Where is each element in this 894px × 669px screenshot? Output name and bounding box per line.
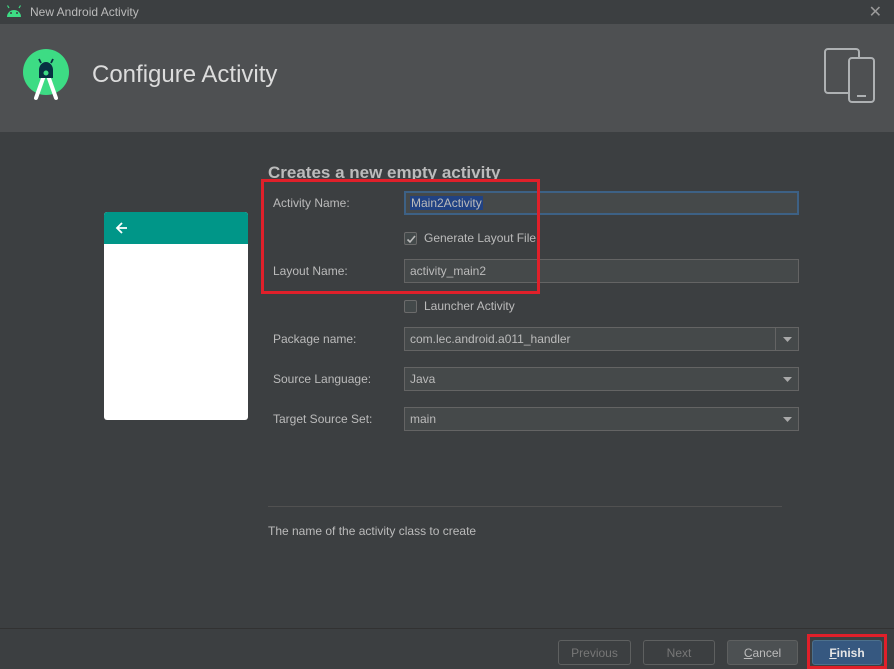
- launcher-activity-checkbox[interactable]: [404, 299, 417, 313]
- activity-name-value: Main2Activity: [410, 196, 483, 210]
- package-name-combobox[interactable]: com.lec.android.a011_handler: [404, 327, 799, 351]
- launcher-activity-label: Launcher Activity: [424, 299, 515, 313]
- combo-divider: [775, 328, 776, 350]
- footer-divider: [0, 628, 894, 629]
- activity-name-label: Activity Name:: [273, 196, 350, 210]
- preview-app-bar: [104, 212, 248, 244]
- section-heading: Creates a new empty activity: [268, 163, 501, 182]
- generate-layout-label: Generate Layout File: [424, 231, 537, 245]
- finish-label-rest: inish: [836, 645, 865, 660]
- cancel-button[interactable]: Cancel: [727, 640, 798, 665]
- layout-name-label: Layout Name:: [273, 264, 348, 278]
- separator: [268, 506, 782, 507]
- title-bar: New Android Activity ✕: [0, 0, 894, 24]
- generate-layout-checkbox-row[interactable]: Generate Layout File: [404, 231, 536, 245]
- cancel-mnemonic: C: [743, 645, 753, 660]
- dialog-header: Configure Activity: [0, 24, 894, 132]
- package-name-value: com.lec.android.a011_handler: [410, 332, 571, 346]
- field-description: The name of the activity class to create: [268, 524, 477, 538]
- checkmark-icon: [406, 234, 416, 243]
- generate-layout-checkbox[interactable]: [404, 231, 417, 245]
- window-title: New Android Activity: [30, 5, 139, 19]
- close-icon[interactable]: ✕: [869, 2, 882, 22]
- android-icon: [6, 5, 22, 17]
- package-name-label: Package name:: [273, 332, 357, 346]
- source-language-label: Source Language:: [273, 372, 372, 386]
- chevron-down-icon[interactable]: [783, 417, 792, 423]
- android-studio-logo-icon: [23, 49, 69, 100]
- cancel-label-rest: ancel: [752, 645, 782, 660]
- target-source-set-label: Target Source Set:: [273, 412, 373, 426]
- source-language-select[interactable]: Java: [404, 367, 799, 391]
- previous-button[interactable]: Previous: [558, 640, 631, 665]
- activity-name-input[interactable]: Main2Activity: [404, 191, 799, 215]
- launcher-activity-checkbox-row[interactable]: Launcher Activity: [404, 299, 515, 313]
- target-source-set-value: main: [410, 412, 437, 426]
- source-language-value: Java: [410, 372, 436, 386]
- chevron-down-icon[interactable]: [783, 377, 792, 383]
- finish-button[interactable]: Finish: [812, 640, 882, 665]
- finish-mnemonic: F: [829, 645, 837, 660]
- page-title: Configure Activity: [92, 61, 278, 88]
- chevron-down-icon[interactable]: [783, 337, 792, 343]
- next-button[interactable]: Next: [643, 640, 715, 665]
- layout-name-input[interactable]: activity_main2: [404, 259, 799, 283]
- target-source-set-select[interactable]: main: [404, 407, 799, 431]
- activity-preview: [104, 212, 248, 420]
- devices-icon: [824, 48, 875, 103]
- arrow-back-icon: [115, 222, 127, 234]
